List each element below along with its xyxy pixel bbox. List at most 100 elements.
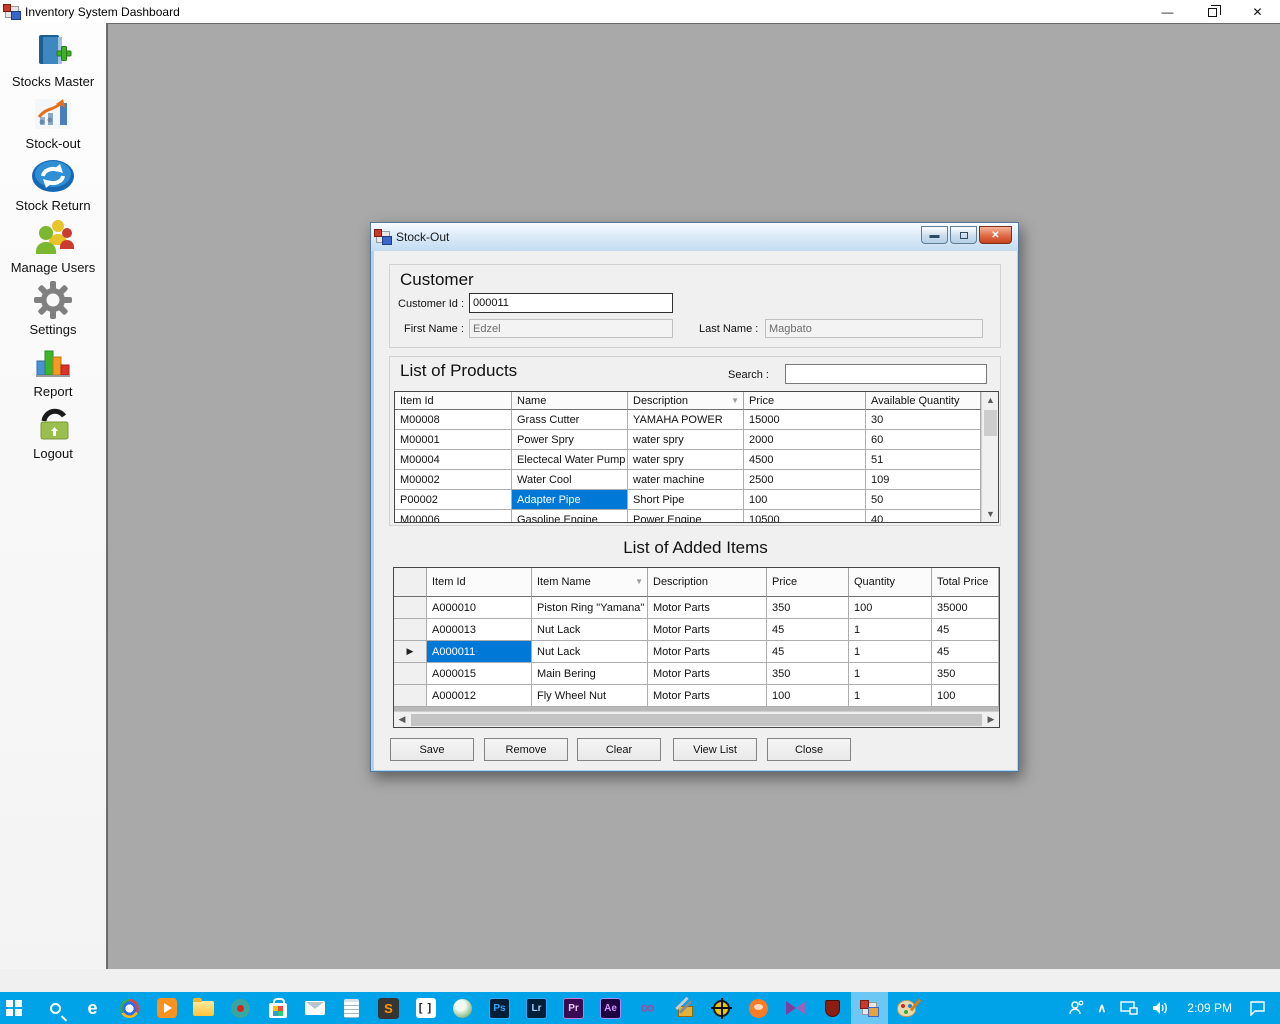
grid-cell[interactable]: Gasoline Engine bbox=[512, 510, 628, 523]
last-name-input[interactable] bbox=[765, 319, 983, 338]
close-dialog-button[interactable]: Close bbox=[767, 738, 851, 761]
products-vscrollbar[interactable]: ▲ ▼ bbox=[981, 392, 998, 522]
row-header-cell[interactable] bbox=[394, 597, 427, 619]
row-header-cell[interactable] bbox=[394, 568, 427, 597]
action-center-icon[interactable] bbox=[1242, 992, 1280, 1024]
customer-id-input[interactable] bbox=[469, 293, 673, 313]
grid-cell[interactable]: Motor Parts bbox=[648, 597, 767, 619]
grid-cell[interactable]: M00008 bbox=[395, 410, 512, 430]
grid-cell[interactable]: Motor Parts bbox=[648, 685, 767, 707]
grid-cell[interactable]: 350 bbox=[932, 663, 999, 685]
grid-cell[interactable]: 100 bbox=[767, 685, 849, 707]
scroll-up-icon[interactable]: ▲ bbox=[982, 392, 999, 408]
paint-app-icon[interactable] bbox=[888, 992, 925, 1024]
products-vscroll-thumb[interactable] bbox=[984, 410, 997, 436]
grid-cell[interactable]: 40 bbox=[866, 510, 981, 523]
grid-cell[interactable]: 60 bbox=[866, 430, 981, 450]
dialog-minimize-button[interactable]: ▬ bbox=[921, 226, 948, 244]
grid-cell[interactable]: Short Pipe bbox=[628, 490, 744, 510]
current-row-indicator[interactable]: ▶ bbox=[394, 641, 427, 663]
lightroom-icon[interactable]: Lr bbox=[518, 992, 555, 1024]
grid-cell[interactable]: Motor Parts bbox=[648, 663, 767, 685]
grid-cell[interactable]: water spry bbox=[628, 430, 744, 450]
grid-cell[interactable]: 109 bbox=[866, 470, 981, 490]
row-header-cell[interactable] bbox=[394, 619, 427, 641]
first-name-input[interactable] bbox=[469, 319, 673, 338]
premiere-icon[interactable]: Pr bbox=[555, 992, 592, 1024]
scroll-right-icon[interactable]: ▶ bbox=[983, 712, 999, 728]
dialog-titlebar[interactable]: Stock-Out ▬ ✕ bbox=[371, 223, 1018, 251]
grid-cell[interactable]: A000011 bbox=[427, 641, 532, 663]
grid-cell[interactable]: 51 bbox=[866, 450, 981, 470]
screen-recorder-icon[interactable] bbox=[222, 992, 259, 1024]
sublime-text-icon[interactable]: S bbox=[370, 992, 407, 1024]
grid-cell[interactable]: Main Bering bbox=[532, 663, 648, 685]
column-header[interactable]: Total Price bbox=[932, 568, 999, 597]
store-icon[interactable] bbox=[259, 992, 296, 1024]
column-header[interactable]: Price bbox=[767, 568, 849, 597]
minimize-button[interactable]: — bbox=[1145, 0, 1190, 23]
grid-cell[interactable]: YAMAHA POWER bbox=[628, 410, 744, 430]
dialog-close-button[interactable]: ✕ bbox=[979, 226, 1012, 244]
column-header[interactable]: Item Name▼ bbox=[532, 568, 648, 597]
grid-cell[interactable]: 2500 bbox=[744, 470, 866, 490]
inventory-app-icon[interactable] bbox=[851, 992, 888, 1024]
grid-cell[interactable]: M00006 bbox=[395, 510, 512, 523]
gimp-icon[interactable] bbox=[444, 992, 481, 1024]
sidebar-item-report[interactable]: Report bbox=[0, 341, 106, 403]
restore-button[interactable] bbox=[1190, 0, 1235, 23]
grid-cell[interactable]: Power Spry bbox=[512, 430, 628, 450]
grid-cell[interactable]: 10500 bbox=[744, 510, 866, 523]
scroll-left-icon[interactable]: ◀ bbox=[394, 712, 410, 728]
grid-cell[interactable]: 50 bbox=[866, 490, 981, 510]
notepad-icon[interactable] bbox=[333, 992, 370, 1024]
grid-cell[interactable]: M00002 bbox=[395, 470, 512, 490]
grid-cell[interactable]: Grass Cutter bbox=[512, 410, 628, 430]
column-header[interactable]: Description▼ bbox=[628, 392, 744, 410]
file-explorer-icon[interactable] bbox=[185, 992, 222, 1024]
sidebar-item-manage-users[interactable]: Manage Users bbox=[0, 217, 106, 279]
scroll-down-icon[interactable]: ▼ bbox=[982, 506, 999, 522]
grid-cell[interactable]: Nut Lack bbox=[532, 641, 648, 663]
clock[interactable]: 2:09 PM bbox=[1177, 1001, 1242, 1015]
grid-cell[interactable]: Water Cool bbox=[512, 470, 628, 490]
grid-cell[interactable]: 45 bbox=[932, 619, 999, 641]
blend-icon[interactable] bbox=[777, 992, 814, 1024]
grid-cell[interactable]: 100 bbox=[849, 597, 932, 619]
network-icon[interactable] bbox=[1113, 992, 1145, 1024]
people-icon[interactable] bbox=[1061, 992, 1091, 1024]
grid-cell[interactable]: 1 bbox=[849, 685, 932, 707]
added-hscrollbar[interactable]: ◀ ▶ bbox=[394, 711, 999, 727]
grid-cell[interactable]: Adapter Pipe bbox=[512, 490, 628, 510]
mail-icon[interactable] bbox=[296, 992, 333, 1024]
crosshair-icon[interactable] bbox=[703, 992, 740, 1024]
row-header-cell[interactable] bbox=[394, 663, 427, 685]
grid-cell[interactable]: Nut Lack bbox=[532, 619, 648, 641]
after-effects-icon[interactable]: Ae bbox=[592, 992, 629, 1024]
grid-cell[interactable]: P00002 bbox=[395, 490, 512, 510]
grid-cell[interactable]: Motor Parts bbox=[648, 641, 767, 663]
grid-cell[interactable]: 45 bbox=[767, 619, 849, 641]
grid-cell[interactable]: 45 bbox=[767, 641, 849, 663]
start-icon[interactable] bbox=[0, 992, 37, 1024]
grid-cell[interactable]: 4500 bbox=[744, 450, 866, 470]
sidebar-item-stock-return[interactable]: Stock Return bbox=[0, 155, 106, 217]
grid-cell[interactable]: 35000 bbox=[932, 597, 999, 619]
grid-cell[interactable]: 1 bbox=[849, 619, 932, 641]
grid-cell[interactable]: 2000 bbox=[744, 430, 866, 450]
antivirus-icon[interactable] bbox=[814, 992, 851, 1024]
grid-cell[interactable]: water machine bbox=[628, 470, 744, 490]
column-header[interactable]: Item Id bbox=[395, 392, 512, 410]
grid-cell[interactable]: Electecal Water Pump bbox=[512, 450, 628, 470]
grid-cell[interactable]: Piston Ring "Yamana" bbox=[532, 597, 648, 619]
chevron-up-icon[interactable]: ∧ bbox=[1091, 992, 1114, 1024]
grid-cell[interactable]: 1 bbox=[849, 663, 932, 685]
grid-cell[interactable]: A000015 bbox=[427, 663, 532, 685]
search-icon[interactable] bbox=[37, 992, 74, 1024]
edge-icon[interactable]: e bbox=[74, 992, 111, 1024]
grid-cell[interactable]: water spry bbox=[628, 450, 744, 470]
config-tool-icon[interactable] bbox=[666, 992, 703, 1024]
clear-button[interactable]: Clear bbox=[577, 738, 661, 761]
grid-cell[interactable]: 30 bbox=[866, 410, 981, 430]
grid-cell[interactable]: M00004 bbox=[395, 450, 512, 470]
